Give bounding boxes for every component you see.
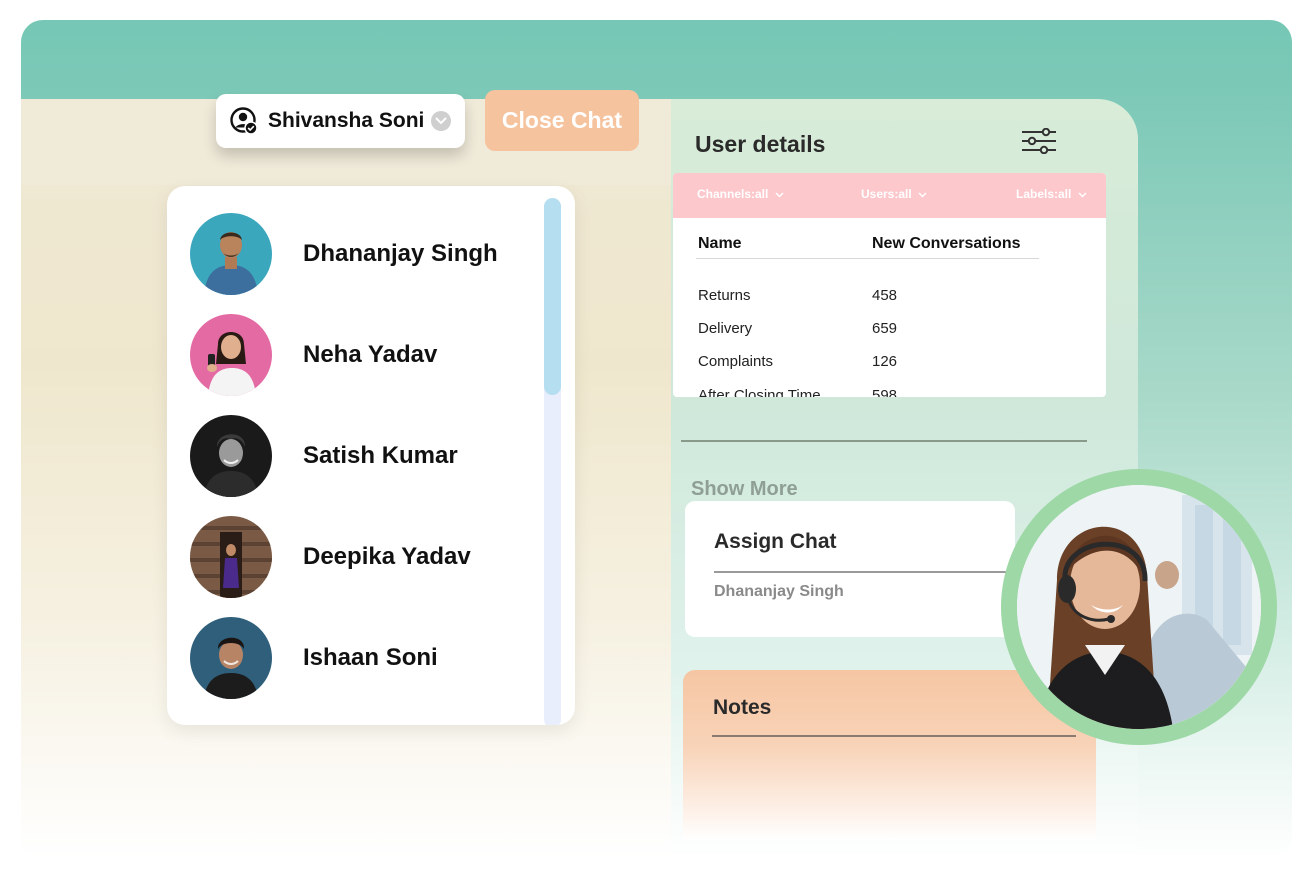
contact-item-ishaan-soni[interactable]: Ishaan Soni <box>190 617 438 699</box>
labels-filter[interactable]: Labels:all <box>1016 187 1087 201</box>
section-divider <box>681 440 1087 442</box>
contact-item-deepika-yadav[interactable]: Deepika Yadav <box>190 516 471 598</box>
table-cell-count: 659 <box>872 320 898 337</box>
contact-item-neha-yadav[interactable]: Neha Yadav <box>190 314 437 396</box>
contact-name: Ishaan Soni <box>303 644 438 671</box>
contact-item-dhananjay-singh[interactable]: Dhananjay Singh <box>190 213 498 295</box>
table-cell-count: 458 <box>872 287 898 304</box>
avatar <box>190 314 272 396</box>
contact-name: Neha Yadav <box>303 341 438 368</box>
channels-filter-label: Channels:all <box>697 187 769 201</box>
support-agent-photo <box>1017 485 1261 729</box>
chevron-down-icon <box>775 192 784 198</box>
show-more-link[interactable]: Show More <box>691 478 798 501</box>
chevron-down-icon <box>918 192 927 198</box>
users-filter-label: Users:all <box>861 187 912 201</box>
close-chat-button[interactable]: Close Chat <box>485 90 639 151</box>
assign-chat-card: Assign Chat Dhananjay Singh <box>685 501 1015 637</box>
notes-title: Notes <box>713 696 772 719</box>
conversations-table: Channels:all Users:all Labels:all Name N… <box>673 173 1106 397</box>
assign-chat-field[interactable]: Dhananjay Singh <box>714 583 844 601</box>
avatar <box>190 415 272 497</box>
header-divider <box>696 258 1039 259</box>
avatar <box>190 213 272 295</box>
filter-bar: Channels:all Users:all Labels:all <box>673 173 1106 218</box>
column-header-new-conversations: New Conversations <box>872 235 1021 252</box>
table-cell-name: Complaints <box>698 353 774 370</box>
table-cell-count: 598 <box>872 387 898 397</box>
table-cell-name: Returns <box>698 287 751 304</box>
channels-filter[interactable]: Channels:all <box>697 187 784 201</box>
selected-user-name: Shivansha Soni <box>268 109 425 132</box>
contact-name: Deepika Yadav <box>303 543 471 570</box>
chevron-down-icon[interactable] <box>431 111 451 131</box>
contact-name: Satish Kumar <box>303 442 458 469</box>
chevron-down-icon <box>1078 192 1087 198</box>
assign-chat-divider <box>714 571 1015 573</box>
contact-item-satish-kumar[interactable]: Satish Kumar <box>190 415 458 497</box>
table-cell-count: 126 <box>872 353 898 370</box>
column-header-name: Name <box>698 235 742 252</box>
contact-list-scrollbar[interactable] <box>544 198 561 725</box>
table-cell-name: After Closing Time <box>698 387 821 397</box>
assign-chat-title: Assign Chat <box>714 530 837 553</box>
avatar <box>190 617 272 699</box>
avatar <box>190 516 272 598</box>
user-check-icon <box>230 107 258 135</box>
notes-input[interactable] <box>712 735 1076 737</box>
user-details-title: User details <box>695 131 826 157</box>
user-selector-dropdown[interactable]: Shivansha Soni <box>216 94 465 148</box>
users-filter[interactable]: Users:all <box>861 187 927 201</box>
scrollbar-thumb[interactable] <box>544 198 561 395</box>
contact-list: Dhananjay Singh Neha Yadav Satish Kumar … <box>167 186 575 725</box>
contact-name: Dhananjay Singh <box>303 240 498 267</box>
labels-filter-label: Labels:all <box>1016 187 1072 201</box>
sliders-icon[interactable] <box>1020 128 1058 154</box>
table-cell-name: Delivery <box>698 320 753 337</box>
